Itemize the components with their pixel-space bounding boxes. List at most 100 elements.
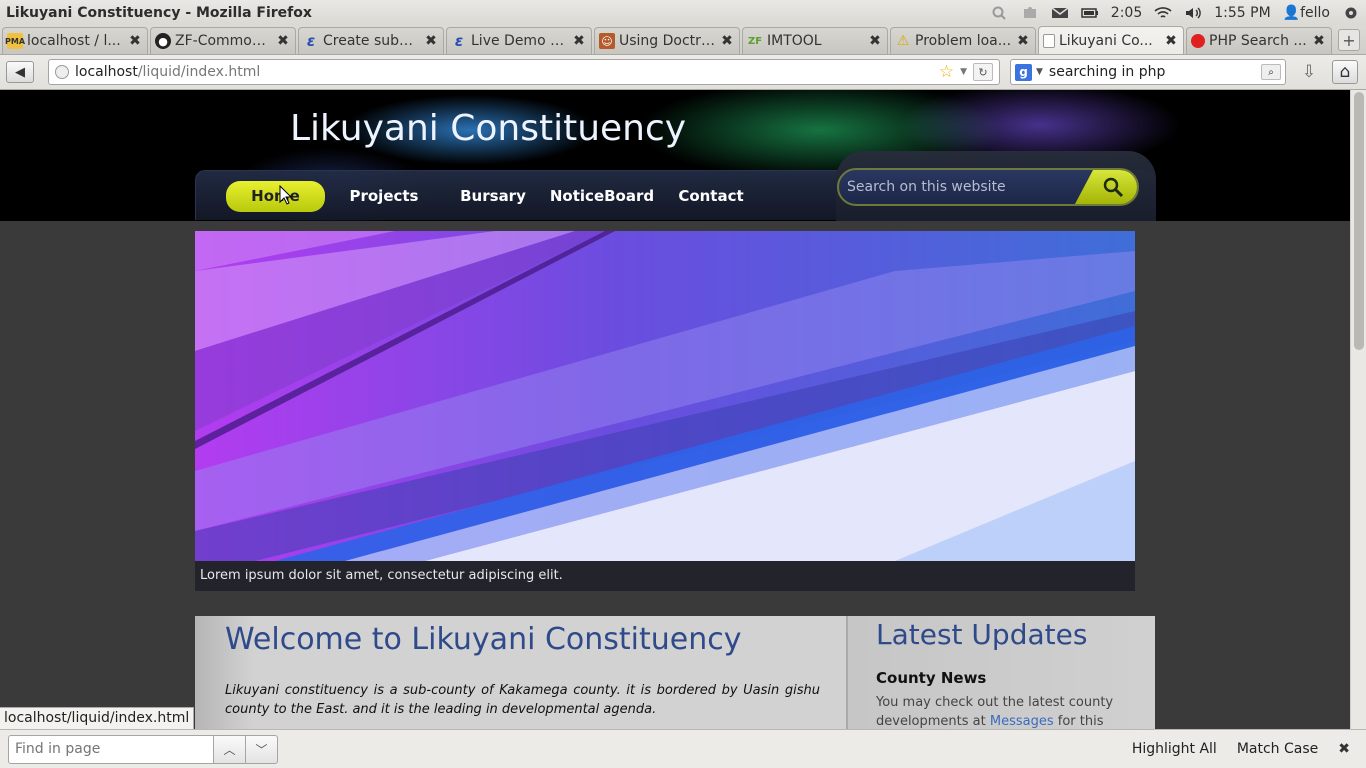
chevron-up-icon: ︿ [223,742,236,757]
close-icon[interactable]: ✖ [277,33,289,49]
tab-strip: PMA localhost / l... ✖ ● ZF-Common... ✖ … [0,25,1366,55]
google-icon[interactable]: g [1015,63,1032,81]
hero-banner: Lorem ipsum dolor sit amet, consectetur … [195,231,1135,591]
news-heading: County News [876,669,987,687]
clock[interactable]: 1:55 PM [1214,5,1270,21]
find-previous-button[interactable]: ︿ [214,734,246,764]
tab-label: IMTOOL [767,33,822,49]
tab-label: ZF-Common... [175,33,273,49]
main-column: Welcome to Likuyani Constituency Likuyan… [225,622,820,719]
history-dropdown-icon[interactable]: ▼ [960,67,967,77]
globe-icon [55,65,69,79]
close-icon[interactable]: ✖ [1017,33,1029,49]
battery-icon[interactable] [1081,6,1099,20]
back-button[interactable]: ◀ [6,61,34,83]
user-menu[interactable]: 👤fello [1283,5,1330,21]
search-icon[interactable] [991,6,1009,20]
download-icon[interactable]: ⇩ [1296,59,1322,85]
news-text: You may check out the latest county deve… [876,693,1126,729]
menu-noticeboard[interactable]: NoticeBoard [548,181,656,212]
close-icon[interactable]: ✖ [1165,33,1177,49]
match-case-button[interactable]: Match Case [1237,741,1318,757]
avatar-icon: ☺ [599,33,615,49]
gear-icon[interactable] [1342,6,1360,20]
hero-image [195,231,1135,561]
magnifier-icon [1103,177,1124,198]
wifi-icon[interactable] [1154,6,1172,20]
url-host: localhost [75,64,138,80]
blank-page-icon [1043,33,1055,48]
menu-bursary[interactable]: Bursary [453,181,533,212]
welcome-heading: Welcome to Likuyani Constituency [225,622,742,657]
battery-time: 2:05 [1110,4,1143,21]
e-icon: ε [454,32,464,50]
menu-home[interactable]: Home [226,181,325,212]
tab-create-subg[interactable]: ε Create subg... ✖ [298,27,444,54]
tab-php-search[interactable]: PHP Search ... ✖ [1186,27,1332,54]
highlight-all-button[interactable]: Highlight All [1132,741,1217,757]
sidebar: Latest Updates County News You may check… [846,616,1155,729]
volume-icon[interactable] [1184,6,1202,20]
github-icon: ● [155,33,171,49]
navigation-bar: ◀ localhost/liquid/index.html ☆ ▼ ↻ g ▼ … [0,55,1366,90]
site-search-placeholder: Search on this website [847,179,1006,195]
web-search-bar[interactable]: g ▼ searching in php ⌕ [1010,59,1286,85]
page-scrollbar[interactable] [1350,90,1366,729]
tab-likuyani[interactable]: Likuyani Co... ✖ [1038,26,1184,54]
welcome-text: Likuyani constituency is a sub-county of… [225,683,820,717]
tab-label: Problem loa... [915,33,1012,49]
puzzle-icon[interactable] [1021,6,1039,20]
find-next-button[interactable]: ﹀ [246,734,278,764]
tab-label: Live Demo - ... [471,33,569,49]
tab-label: Likuyani Co... [1059,32,1153,49]
reload-icon[interactable]: ↻ [973,63,993,81]
site-title: Likuyani Constituency [290,108,687,149]
hero-caption: Lorem ipsum dolor sit amet, consectetur … [195,561,1135,591]
web-search-value: searching in php [1048,64,1166,80]
close-icon[interactable]: ✖ [425,33,437,49]
menu-projects[interactable]: Projects [338,181,430,212]
news-text-after: for this [1053,714,1104,729]
messages-link[interactable]: Messages [990,714,1054,729]
tab-label: Using Doctri... [619,33,717,49]
close-icon[interactable]: ✖ [1313,33,1325,49]
close-icon[interactable]: ✖ [869,33,881,49]
new-tab-button[interactable]: + [1338,29,1360,51]
close-icon[interactable]: ✖ [1338,741,1350,757]
tab-live-demo[interactable]: ε Live Demo - ... ✖ [446,27,592,54]
find-input[interactable] [8,734,214,764]
bookmark-star-icon[interactable]: ☆ [939,62,954,82]
close-icon[interactable]: ✖ [721,33,733,49]
tab-label: Create subg... [323,33,421,49]
tab-using-doctrine[interactable]: ☺ Using Doctri... ✖ [594,27,740,54]
engine-dropdown-icon[interactable]: ▼ [1036,67,1043,77]
url-path: /liquid/index.html [137,64,261,80]
site-search-input[interactable]: Search on this website [837,168,1139,206]
updates-heading: Latest Updates [876,618,1088,651]
mail-icon[interactable] [1051,6,1069,20]
site-header: Likuyani Constituency Home Projects Burs… [0,90,1350,221]
tab-imtool[interactable]: ZF IMTOOL ✖ [742,27,888,54]
back-arrow-icon: ◀ [15,64,25,80]
search-icon[interactable]: ⌕ [1261,64,1281,80]
warning-icon: ⚠ [896,33,910,49]
scrollbar-thumb[interactable] [1354,92,1364,350]
user-name: fello [1300,4,1330,21]
site-search-button[interactable] [1075,170,1137,204]
tab-problem-loading[interactable]: ⚠ Problem loa... ✖ [890,27,1036,54]
tab-zf-common[interactable]: ● ZF-Common... ✖ [150,27,296,54]
url-bar[interactable]: localhost/liquid/index.html ☆ ▼ ↻ [48,59,1000,85]
tab-label: localhost / l... [27,33,121,49]
home-icon[interactable]: ⌂ [1332,60,1358,84]
red-dot-icon [1191,34,1205,48]
zf-icon: ZF [747,35,763,47]
main-menu: Home Projects Bursary NoticeBoard Contac… [195,151,1156,221]
close-icon[interactable]: ✖ [573,33,585,49]
menu-contact[interactable]: Contact [672,181,750,212]
close-icon[interactable]: ✖ [129,33,141,49]
find-bar: ︿ ﹀ Highlight All Match Case ✖ [0,729,1366,768]
tab-label: PHP Search ... [1209,33,1307,49]
os-title-bar: Likuyani Constituency - Mozilla Firefox … [0,0,1366,25]
system-tray: 2:05 1:55 PM 👤fello [991,5,1360,21]
tab-phpmyadmin[interactable]: PMA localhost / l... ✖ [2,27,148,54]
